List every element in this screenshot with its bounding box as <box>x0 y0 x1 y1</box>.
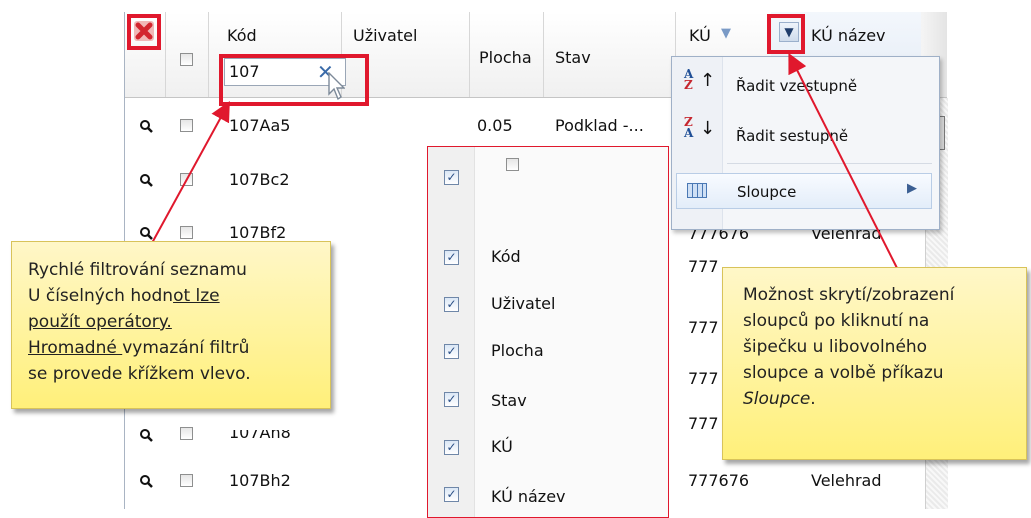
arrow-to-filter <box>151 100 230 244</box>
callout-line: Rychlé filtrování seznamu <box>28 260 247 280</box>
callout-line: Možnost skrytí/zobrazení <box>743 285 955 305</box>
callout-line: sloupce a volbě příkazu <box>743 363 944 383</box>
callout-line: sloupců po kliknutí na <box>743 311 930 331</box>
callout-line: Hromadné vymazání filtrů <box>28 338 250 358</box>
callout-line: Sloupce. <box>743 389 816 409</box>
callout-line: se provede křížkem vlevo. <box>28 364 251 384</box>
callout-line: použít operátory. <box>28 312 172 332</box>
arrow-to-column-menu <box>788 52 898 269</box>
callout-filtering: Rychlé filtrování seznamu U číselných ho… <box>11 241 331 409</box>
callout-line: U číselných hodnot lze <box>28 286 220 306</box>
callout-columns: Možnost skrytí/zobrazení sloupců po klik… <box>722 267 1027 460</box>
callout-line: šipečku u libovolného <box>743 337 928 357</box>
